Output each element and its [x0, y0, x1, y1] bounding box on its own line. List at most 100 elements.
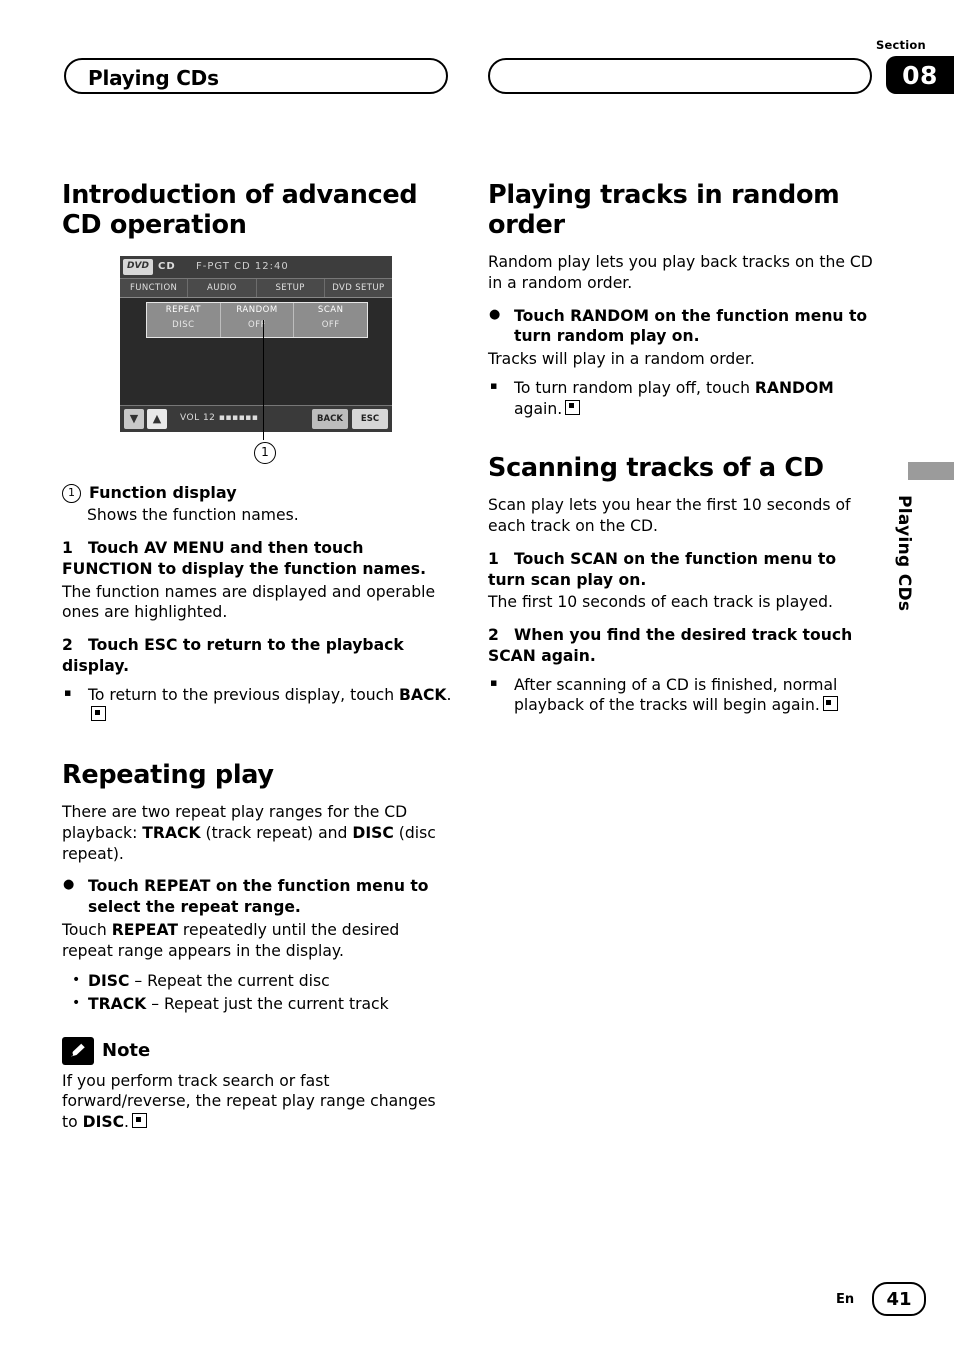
footer-language: En [836, 1292, 855, 1307]
scanning-subnote: ▪ After scanning of a CD is finished, no… [488, 675, 878, 716]
callout-number-1: 1 [254, 442, 276, 465]
step-2: 2 Touch ESC to return to the playback dis… [62, 635, 452, 676]
chevron-down-icon: ▼ [124, 409, 144, 430]
random-bullet: ● Touch RANDOM on the function menu to t… [488, 306, 878, 347]
step-2-subnote: ▪ To return to the previous display, tou… [62, 685, 452, 726]
function-cell-repeat-value: DISC [172, 320, 195, 331]
note-body-bold: DISC [82, 1113, 125, 1132]
dot-bullet-icon: • [72, 972, 81, 989]
repeating-bullet-text: Touch REPEAT on the function menu to sel… [88, 877, 429, 917]
menu-item-setup: SETUP [257, 279, 325, 298]
menu-item-dvd-setup: DVD SETUP [332, 282, 385, 293]
pencil-note-icon [62, 1036, 94, 1065]
step-2-text: Touch ESC to return to the playback disp… [62, 636, 404, 675]
heading-repeating-play: Repeating play [62, 760, 274, 791]
random-subnote: ▪ To turn random play off, touch RANDOM … [488, 378, 878, 419]
step-2-number: 2 [62, 636, 73, 655]
note-header: Note [62, 1036, 452, 1065]
header-pill-right [488, 58, 872, 94]
side-tab-label: Playing CDs [894, 495, 914, 612]
figure-function-display: DVD CD F-PGT CD 12:40 FUNCTION AUDIO SET… [62, 256, 452, 476]
screen-menu-row: FUNCTION AUDIO SETUP DVD SETUP [120, 279, 392, 299]
scanning-step-1-body: The first 10 seconds of each track is pl… [488, 593, 833, 612]
step-2-subnote-prefix: To return to the previous display, touch [88, 685, 400, 704]
step-2-subnote-suffix: . [446, 685, 452, 704]
side-tab-marker [908, 462, 954, 480]
round-bullet-icon-random: ● [489, 306, 501, 322]
end-mark-icon-random [565, 399, 581, 415]
callout-leader-line [263, 320, 265, 441]
legend-function-display: 1 Function display [62, 482, 452, 504]
function-cell-scan: SCAN OFF [294, 303, 368, 338]
repeating-bullet: ● Touch REPEAT on the function menu to s… [62, 876, 452, 917]
chevron-up-icon: ▲ [147, 409, 167, 430]
right-column: Playing tracks in random order Random pl… [488, 180, 878, 718]
step-1-text: Touch AV MENU and then touch FUNCTION to… [62, 539, 427, 578]
section-number-tab: 08 [886, 56, 954, 94]
scanning-step-1-text: Touch SCAN on the function menu to turn … [488, 549, 837, 589]
legend-number-icon: 1 [62, 484, 81, 504]
track-time-text: F-PGT CD 12:40 [196, 261, 289, 273]
device-screen-mock: DVD CD F-PGT CD 12:40 FUNCTION AUDIO SET… [120, 256, 392, 433]
scanning-step-2-text: When you find the desired track touch SC… [488, 626, 853, 665]
scanning-step-1-number: 1 [488, 549, 499, 568]
scanning-step-2-number: 2 [488, 626, 499, 645]
square-bullet-icon-scan: ▪ [490, 675, 498, 689]
heading-scanning-tracks: Scanning tracks of a CD [488, 453, 824, 484]
scanning-intro: Scan play lets you hear the first 10 sec… [488, 496, 851, 536]
screen-top-bar: DVD CD F-PGT CD 12:40 [120, 256, 392, 280]
repeat-range-item-disc-bold: DISC [88, 972, 130, 991]
end-mark-icon-note [132, 1113, 148, 1129]
random-subnote-suffix: again. [514, 399, 563, 418]
repeating-intro-bold-track: TRACK [142, 823, 201, 842]
scanning-step-2: 2 When you find the desired track touch S… [488, 625, 878, 666]
note-body-2: . [124, 1113, 130, 1132]
page-title: Playing CDs [88, 66, 219, 90]
function-cell-random-label: RANDOM [236, 305, 278, 316]
function-cell-random: RANDOM OFF [220, 303, 295, 338]
repeating-body-bold: REPEAT [111, 920, 178, 939]
random-bullet-text: Touch RANDOM on the function menu to tur… [514, 306, 868, 346]
function-cell-random-value: OFF [248, 320, 266, 331]
header-pill-left: Playing CDs [64, 58, 448, 94]
left-column: Introduction of advanced CD operation DV… [62, 180, 452, 1143]
repeating-intro-bold-disc: DISC [352, 823, 394, 842]
footer-page-number: 41 [872, 1282, 926, 1316]
repeating-intro-2: (track repeat) and [200, 823, 353, 842]
step-1-body: The function names are displayed and ope… [62, 582, 436, 622]
function-cell-repeat-label: REPEAT [165, 305, 201, 316]
random-subnote-bold: RANDOM [754, 378, 834, 397]
repeat-range-item-track: • TRACK – Repeat just the current track [62, 994, 452, 1015]
step-1: 1 Touch AV MENU and then touch FUNCTION t… [62, 538, 452, 579]
volume-indicator: VOL 12 ▪▪▪▪▪▪ [180, 413, 259, 424]
heading-random-order: Playing tracks in random order [488, 180, 840, 241]
note-title: Note [102, 1039, 151, 1061]
random-body: Tracks will play in a random order. [488, 350, 755, 369]
step-1-number: 1 [62, 539, 73, 558]
function-cell-scan-value: OFF [321, 320, 340, 331]
dvd-badge-icon: DVD [123, 259, 153, 276]
random-intro: Random play lets you play back tracks on… [488, 253, 873, 292]
scanning-step-1: 1 Touch SCAN on the function menu to turn… [488, 549, 878, 590]
end-mark-icon [91, 706, 106, 722]
step-2-subnote-bold: BACK [399, 685, 447, 704]
repeat-range-item-track-bold: TRACK [88, 994, 147, 1013]
screen-back-button: BACK [312, 409, 348, 430]
function-display-box: REPEAT DISC RANDOM OFF SCAN OFF [146, 302, 368, 339]
legend-description: Shows the function names. [87, 506, 299, 525]
repeat-range-item-disc: • DISC – Repeat the current disc [62, 971, 452, 992]
screen-bottom-bar: ▼ ▲ VOL 12 ▪▪▪▪▪▪ BACK ESC [120, 405, 392, 433]
screen-esc-button: ESC [352, 409, 388, 430]
menu-item-audio: AUDIO [188, 279, 257, 298]
cd-badge-label: CD [158, 261, 176, 273]
function-cell-scan-label: SCAN [317, 305, 344, 316]
square-bullet-icon-random: ▪ [490, 378, 498, 392]
repeat-range-item-track-rest: – Repeat just the current track [146, 994, 389, 1013]
repeating-intro: There are two repeat play ranges for the… [62, 802, 452, 864]
repeating-body: Touch REPEAT repeatedly until the desire… [62, 920, 452, 961]
menu-item-function: FUNCTION [120, 279, 189, 298]
dot-bullet-icon-2: • [72, 994, 81, 1011]
end-mark-icon-scan [822, 696, 838, 712]
repeating-body-1: Touch [62, 920, 112, 939]
repeat-range-item-disc-rest: – Repeat the current disc [129, 972, 330, 991]
